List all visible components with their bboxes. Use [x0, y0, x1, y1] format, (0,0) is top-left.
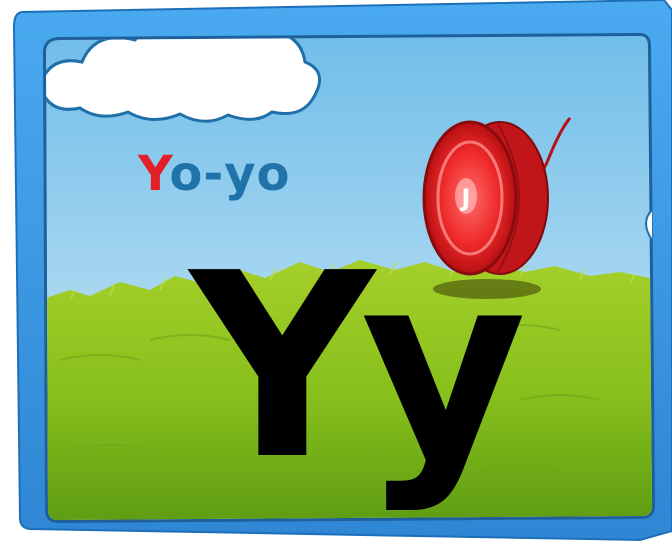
word-label: Yo-yo: [138, 150, 291, 198]
word-rest: o-yo: [169, 146, 291, 202]
word-first-letter: Y: [138, 146, 170, 202]
svg-text:J: J: [460, 184, 471, 212]
big-letters: Yy: [190, 219, 527, 516]
flashcard: J Yo-yo Yy: [0, 0, 672, 551]
